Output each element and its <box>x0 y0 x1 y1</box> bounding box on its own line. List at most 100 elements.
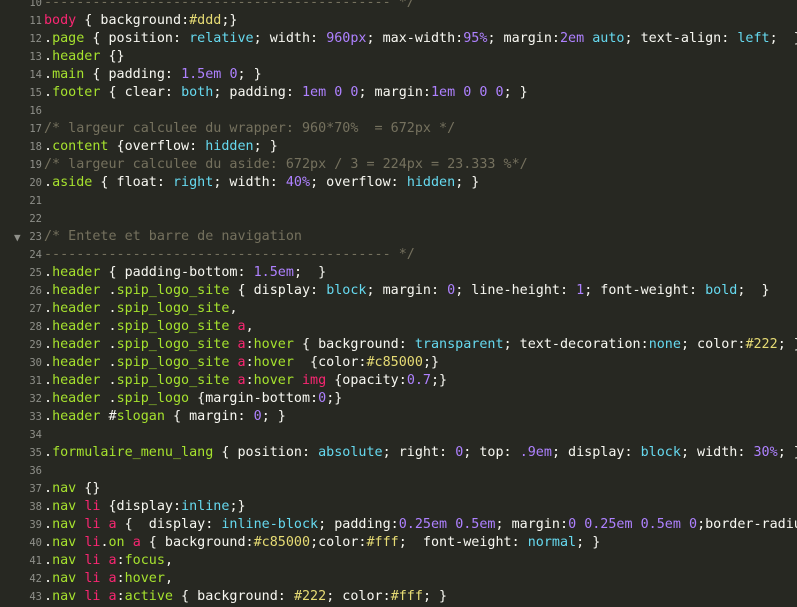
token-plain: {margin-bottom: <box>189 391 319 406</box>
token-class: spip_logo_site <box>116 337 230 352</box>
line-number: 29 <box>29 339 42 351</box>
token-plain: ;} <box>221 13 238 28</box>
code-line[interactable]: 21 <box>0 192 797 210</box>
token-plain: ;border-radius: <box>697 517 797 532</box>
code-line[interactable]: 29 .header .spip_logo_site a:hover { back… <box>0 336 797 354</box>
code-text: .formulaire_menu_lang { position: absolu… <box>44 444 797 462</box>
token-plain: . <box>44 517 53 532</box>
token-prop: block <box>640 445 681 460</box>
token-plain: ; font-weight: <box>398 535 528 550</box>
code-line[interactable]: 32 .header .spip_logo {margin-bottom:0;} <box>0 390 797 408</box>
token-plain: : <box>181 13 190 28</box>
token-plain: . <box>100 373 117 388</box>
code-line[interactable]: 25 .header { padding-bottom: 1.5em; } <box>0 264 797 282</box>
code-line[interactable]: 15 .footer { clear: both; padding: 1em 0 … <box>0 84 797 102</box>
code-line[interactable]: 42 .nav li a:hover, <box>0 570 797 588</box>
code-line[interactable]: 10 --------------------------------------… <box>0 0 797 12</box>
code-line[interactable]: 28 .header .spip_logo_site a, <box>0 318 797 336</box>
code-line[interactable]: 35 .formulaire_menu_lang { position: abso… <box>0 444 797 462</box>
code-line[interactable]: 36 <box>0 462 797 480</box>
code-editor[interactable]: 10 --------------------------------------… <box>0 0 797 607</box>
code-text: body { background:#ddd;} <box>44 12 238 30</box>
line-number: 19 <box>29 159 42 171</box>
token-color: #c85000 <box>366 355 423 370</box>
code-line[interactable]: 16 <box>0 102 797 120</box>
code-line[interactable]: 19/* largeur calculee du aside: 672px / … <box>0 156 797 174</box>
code-line[interactable]: 24 --------------------------------------… <box>0 246 797 264</box>
code-line[interactable]: 30 .header .spip_logo_site a:hover {color… <box>0 354 797 372</box>
code-text: .footer { clear: both; padding: 1em 0 0;… <box>44 84 528 102</box>
line-number: 12 <box>29 33 42 45</box>
code-line[interactable]: 26 .header .spip_logo_site { display: blo… <box>0 282 797 300</box>
token-plain: ; } <box>293 265 327 280</box>
token-prop: inline <box>181 499 230 514</box>
code-line[interactable]: 12 .page { position: relative; width: 960… <box>0 30 797 48</box>
code-text: /* largeur calculee du wrapper: 960*70% … <box>44 120 455 138</box>
token-class: page <box>52 31 85 46</box>
token-plain: . <box>44 283 53 298</box>
code-line[interactable]: 41 .nav li a:focus, <box>0 552 797 570</box>
line-number: 20 <box>29 177 42 189</box>
token-plain: . <box>44 553 53 568</box>
token-prop: bold <box>705 283 738 298</box>
code-line[interactable]: 17/* largeur calculee du wrapper: 960*70… <box>0 120 797 138</box>
code-line[interactable]: 40 .nav li.on a { background:#c85000;colo… <box>0 534 797 552</box>
code-line[interactable]: 23 ▼ /* Entete et barre de navigation <box>0 228 797 246</box>
code-line[interactable]: 37 .nav {} <box>0 480 797 498</box>
token-plain: {} <box>100 49 125 64</box>
code-line[interactable]: 14 .main { padding: 1.5em 0; } <box>0 66 797 84</box>
code-line[interactable]: 31 .header .spip_logo_site a:hover img {o… <box>0 372 797 390</box>
line-number: 18 <box>29 141 42 153</box>
token-class: header <box>52 373 101 388</box>
token-plain: {color: <box>293 355 367 370</box>
code-line[interactable]: 34 <box>0 426 797 444</box>
token-plain: {} <box>76 481 101 496</box>
code-line[interactable]: 22 <box>0 210 797 228</box>
code-line[interactable]: 20 .aside { float: right; width: 40%; ove… <box>0 174 797 192</box>
code-line[interactable]: 43 .nav li a:active { background: #222; c… <box>0 588 797 606</box>
token-plain: ;} <box>431 373 448 388</box>
line-number: 31 <box>29 375 42 387</box>
code-line[interactable]: 33 .header #slogan { margin: 0; } <box>0 408 797 426</box>
token-plain: . <box>44 445 53 460</box>
token-num: 0.25em <box>398 517 448 532</box>
token-plain: ; color: <box>326 589 391 604</box>
code-line[interactable]: 11 body { background:#ddd;} <box>0 12 797 30</box>
fold-arrow-icon[interactable]: ▼ <box>14 229 21 247</box>
token-plain: ; } <box>777 445 797 460</box>
token-plain: ;} <box>229 499 246 514</box>
line-number: 35 <box>29 447 42 459</box>
code-text: ----------------------------------------… <box>44 0 415 12</box>
token-tag: a <box>237 319 246 334</box>
line-number: 26 <box>29 285 42 297</box>
token-class: nav <box>52 481 77 496</box>
code-line[interactable]: 39 .nav li a { display: inline-block; pad… <box>0 516 797 534</box>
token-plain: ; margin: <box>495 517 569 532</box>
line-number: 22 <box>29 213 42 225</box>
token-tag: a <box>108 571 117 586</box>
token-prop: normal <box>527 535 577 550</box>
code-line[interactable]: 18 .content {overflow: hidden; } <box>0 138 797 156</box>
token-plain: ; text-align: <box>624 31 738 46</box>
token-plain: ; padding: <box>318 517 399 532</box>
code-line[interactable]: 13 .header {} <box>0 48 797 66</box>
token-class: spip_logo_site <box>116 355 230 370</box>
code-text: .header .spip_logo_site, <box>44 300 238 318</box>
token-plain: ; } <box>769 31 797 46</box>
token-plain: ; right: <box>382 445 456 460</box>
token-color: #222 <box>293 589 327 604</box>
token-plain: ; max-width: <box>366 31 464 46</box>
token-plain: ; } <box>737 283 770 298</box>
token-class: spip_logo <box>116 391 190 406</box>
token-class: header <box>52 319 101 334</box>
code-text: .header .spip_logo {margin-bottom:0;} <box>44 390 342 408</box>
code-line[interactable]: 38 .nav li {display:inline;} <box>0 498 797 516</box>
token-tag: body <box>44 13 77 28</box>
code-line[interactable]: 27 .header .spip_logo_site, <box>0 300 797 318</box>
token-plain: . <box>100 355 117 370</box>
